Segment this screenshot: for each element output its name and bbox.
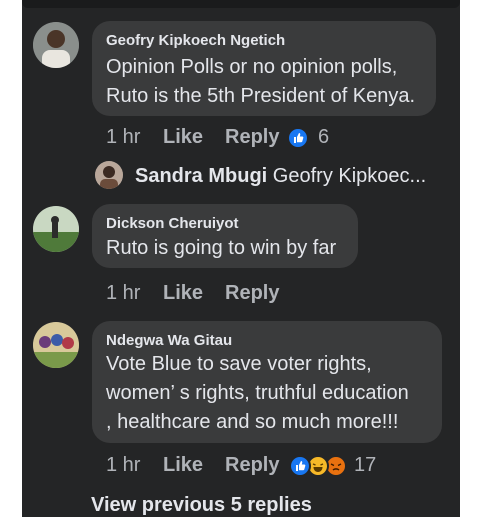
avatar[interactable]: [33, 206, 79, 252]
like-button[interactable]: Like: [163, 282, 203, 305]
comment-author[interactable]: Geofry Kipkoech Ngetich: [106, 32, 285, 49]
reply-text: Geofry Kipkoec...: [272, 165, 427, 187]
comment-time: 1 hr: [106, 126, 141, 148]
like-button[interactable]: Like: [163, 454, 203, 477]
comment-author[interactable]: Dickson Cheruiyot: [106, 215, 239, 232]
avatar[interactable]: [95, 161, 123, 189]
reply-button[interactable]: Reply: [225, 454, 279, 477]
avatar[interactable]: [33, 322, 79, 368]
thumbs-up-icon: [296, 461, 306, 471]
reaction-count[interactable]: 6: [318, 126, 329, 149]
laughing-face-icon: [312, 463, 324, 472]
avatar-photo-icon: [33, 22, 79, 68]
comment-text: Ruto is going to win by far: [106, 237, 337, 259]
comment-text: Opinion Polls or no opinion polls, Ruto …: [106, 56, 416, 107]
comment-text: Vote Blue to save voter rights, women’ s…: [106, 353, 409, 433]
like-button[interactable]: Like: [163, 126, 203, 149]
like-icon[interactable]: [289, 455, 311, 477]
avatar-photo-icon: [95, 161, 123, 189]
avatar-photo-icon: [33, 206, 79, 252]
panel-top-edge: [22, 0, 460, 8]
thumbs-up-icon: [294, 133, 304, 143]
like-icon[interactable]: [287, 127, 309, 149]
comment-author[interactable]: Ndegwa Wa Gitau: [106, 332, 232, 349]
comment-time: 1 hr: [106, 454, 141, 476]
avatar[interactable]: [33, 22, 79, 68]
reaction-count[interactable]: 17: [354, 454, 376, 477]
reply-preview[interactable]: Sandra Mbugi Geofry Kipkoec...: [135, 165, 426, 188]
reply-author[interactable]: Sandra Mbugi: [135, 165, 267, 187]
comment-time: 1 hr: [106, 282, 141, 304]
view-previous-replies-link[interactable]: View previous 5 replies: [91, 494, 312, 517]
reply-button[interactable]: Reply: [225, 282, 279, 305]
avatar-photo-icon: [33, 322, 79, 368]
reply-button[interactable]: Reply: [225, 126, 279, 149]
angry-face-icon: [330, 463, 342, 471]
